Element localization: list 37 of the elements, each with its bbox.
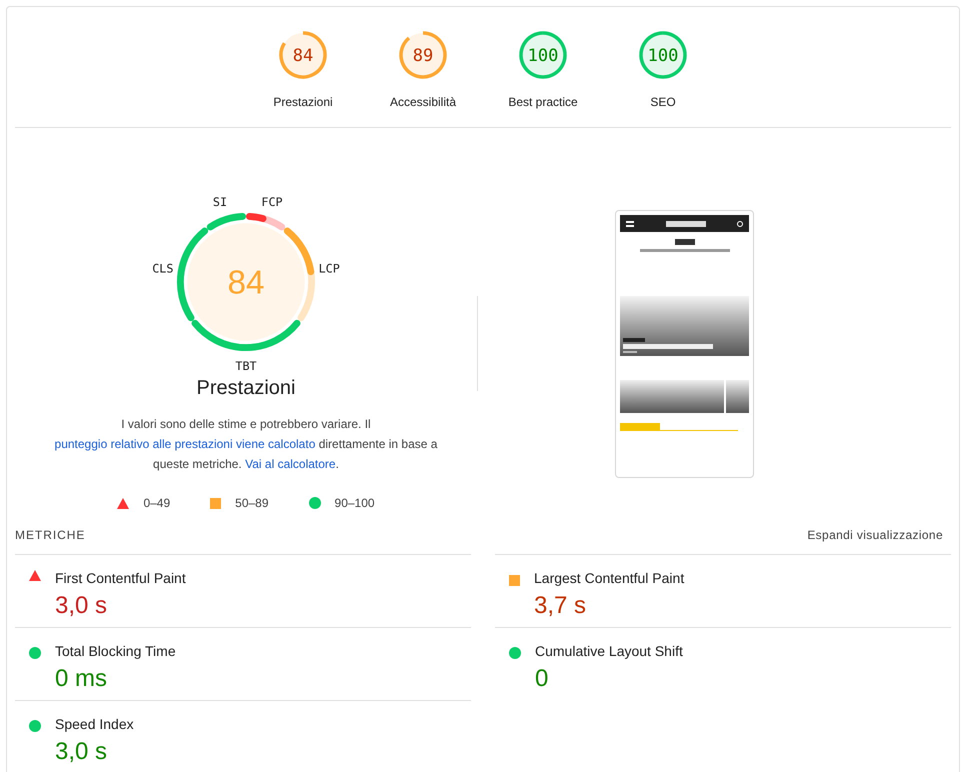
legend-label: 90–100 [334,495,375,512]
metric-name: First Contentful Paint [55,569,186,588]
metric-value: 0 [535,664,550,694]
metric-name: Cumulative Layout Shift [535,642,683,661]
category-label: Best practice [508,94,578,111]
gauge-score: 84 [227,264,265,302]
square-icon [210,498,222,508]
score-gauge[interactable]: 100 [518,30,568,80]
expand-view-button[interactable]: Espandi visualizzazione [807,526,951,544]
metric-name: Speed Index [55,715,134,734]
metric-abbreviation: FCP [261,194,283,209]
metrics-heading: METRICHE [15,527,86,544]
legend-label: 50–89 [235,495,269,512]
gauge-title: Prestazioni [196,378,296,398]
triangle-icon [117,498,130,508]
metric-value: 3,7 s [534,591,588,621]
description-link[interactable]: Vai al calcolatore [245,457,336,471]
category-label: Prestazioni [273,94,333,111]
metric-name: Largest Contentful Paint [534,569,684,588]
description-link[interactable]: punteggio relativo alle prestazioni viene calcolato [54,437,316,451]
triangle-icon [29,570,41,581]
score-gauge[interactable]: 84 [278,30,328,80]
metric-abbreviation: LCP [318,262,340,276]
category-label: SEO [650,94,676,111]
metric-value: 3,0 s [55,737,108,767]
legend-label: 0–49 [143,495,170,512]
metric-abbreviation: TBT [235,359,257,374]
metric-value: 3,0 s [55,591,108,621]
score-gauge[interactable]: 100 [638,30,688,80]
metric-name: Total Blocking Time [55,642,176,661]
metric-abbreviation: SI [212,194,228,209]
score-gauge[interactable]: 89 [398,30,448,80]
metric-value: 0 ms [55,664,108,694]
category-label: Accessibilità [390,94,456,111]
description-text: I valori sono delle stime e potrebbero variare. Il punteggio relativo alle prestazioni viene calcolato direttamente in base a queste metriche. Vai al calcolatore. [54,416,438,473]
square-icon [509,575,520,586]
metric-abbreviation: CLS [152,262,174,276]
